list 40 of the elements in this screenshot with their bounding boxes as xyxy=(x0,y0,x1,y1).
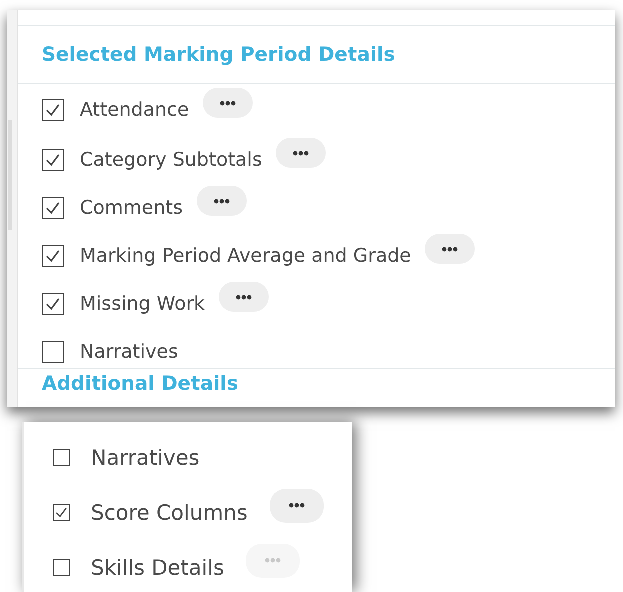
section-title: Additional Details xyxy=(42,372,240,395)
checkbox[interactable] xyxy=(42,197,64,219)
check-icon xyxy=(45,152,61,168)
checkbox[interactable] xyxy=(42,99,64,121)
check-icon xyxy=(45,248,61,264)
more-button[interactable] xyxy=(219,282,270,312)
ellipsis-icon xyxy=(236,294,252,300)
more-button[interactable] xyxy=(197,186,247,216)
more-button[interactable] xyxy=(425,234,476,264)
check-icon xyxy=(45,102,61,118)
section-title: Selected Marking Period Details xyxy=(42,43,396,66)
checkbox[interactable] xyxy=(42,341,64,363)
checkbox-label: Score Columns xyxy=(91,500,248,524)
checkbox-label: Skills Details xyxy=(91,556,224,580)
checkbox-label: Missing Work xyxy=(80,293,206,315)
ellipsis-icon xyxy=(265,558,282,563)
check-icon xyxy=(45,200,61,216)
checkbox-label: Attendance xyxy=(80,99,190,121)
checkbox[interactable] xyxy=(42,149,64,171)
more-button[interactable] xyxy=(203,88,254,118)
checkbox-label: Comments xyxy=(80,197,183,219)
check-icon xyxy=(55,506,68,519)
ellipsis-icon xyxy=(442,246,458,252)
checkbox-label: Narratives xyxy=(91,446,200,470)
checkbox[interactable] xyxy=(53,449,70,466)
checkbox[interactable] xyxy=(42,293,64,315)
checkbox-label: Category Subtotals xyxy=(80,149,262,171)
ellipsis-icon xyxy=(214,198,230,204)
scrollbar[interactable] xyxy=(8,120,12,230)
more-button[interactable] xyxy=(276,138,326,168)
more-button[interactable] xyxy=(270,488,324,522)
check-icon xyxy=(45,296,61,312)
checkbox[interactable] xyxy=(53,559,70,576)
checkbox-label: Narratives xyxy=(80,341,178,363)
checkbox[interactable] xyxy=(42,245,64,267)
ellipsis-icon xyxy=(288,503,305,508)
checkbox-label: Marking Period Average and Grade xyxy=(80,245,412,267)
ellipsis-icon xyxy=(220,100,236,106)
ellipsis-icon xyxy=(293,150,310,156)
checkbox[interactable] xyxy=(53,504,70,521)
